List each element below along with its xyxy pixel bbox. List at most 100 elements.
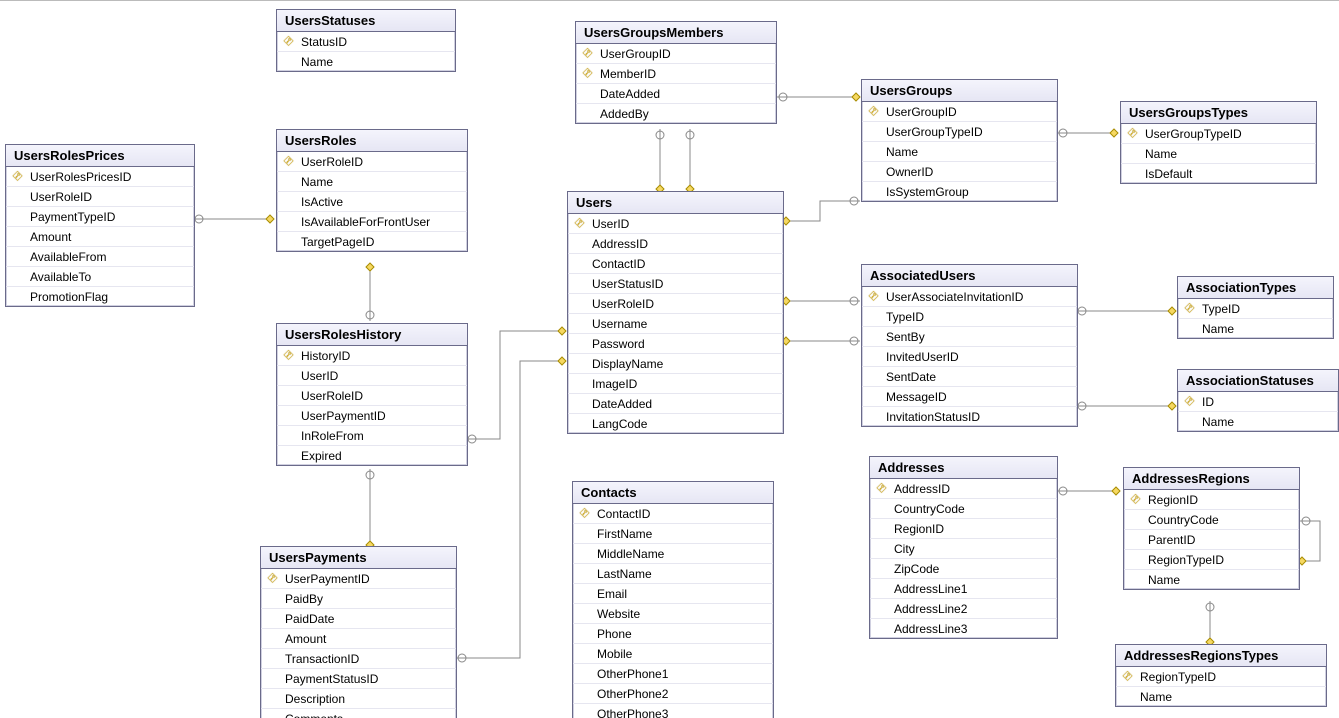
table-users-payments[interactable]: UsersPayments⚿UserPaymentIDPaidByPaidDat… (260, 546, 457, 718)
column-row[interactable]: ZipCode (870, 559, 1057, 579)
column-row[interactable]: Name (277, 172, 467, 192)
table-users-groups-types[interactable]: UsersGroupsTypes⚿UserGroupTypeIDNameIsDe… (1120, 101, 1317, 184)
table-users-roles-history[interactable]: UsersRolesHistory⚿HistoryIDUserIDUserRol… (276, 323, 468, 466)
column-row[interactable]: ⚿UserGroupID (576, 44, 776, 64)
table-users-roles[interactable]: UsersRoles⚿UserRoleIDNameIsActiveIsAvail… (276, 129, 468, 252)
table-associated-users[interactable]: AssociatedUsers⚿UserAssociateInvitationI… (861, 264, 1078, 427)
column-row[interactable]: Email (573, 584, 773, 604)
column-row[interactable]: UserGroupTypeID (862, 122, 1057, 142)
column-row[interactable]: Name (1124, 570, 1299, 589)
column-row[interactable]: ⚿TypeID (1178, 299, 1333, 319)
column-row[interactable]: ⚿UserPaymentID (261, 569, 456, 589)
column-row[interactable]: FirstName (573, 524, 773, 544)
column-row[interactable]: Name (1121, 144, 1316, 164)
column-row[interactable]: DisplayName (568, 354, 783, 374)
column-row[interactable]: AddressLine3 (870, 619, 1057, 638)
column-row[interactable]: TypeID (862, 307, 1077, 327)
column-row[interactable]: UserRoleID (277, 386, 467, 406)
column-row[interactable]: InvitationStatusID (862, 407, 1077, 426)
column-row[interactable]: LastName (573, 564, 773, 584)
column-row[interactable]: PaidBy (261, 589, 456, 609)
column-row[interactable]: Username (568, 314, 783, 334)
column-row[interactable]: Phone (573, 624, 773, 644)
table-users-roles-prices[interactable]: UsersRolesPrices⚿UserRolesPricesIDUserRo… (5, 144, 195, 307)
column-row[interactable]: ⚿RegionID (1124, 490, 1299, 510)
column-row[interactable]: ⚿HistoryID (277, 346, 467, 366)
column-row[interactable]: ⚿UserRoleID (277, 152, 467, 172)
column-row[interactable]: AddressLine2 (870, 599, 1057, 619)
column-row[interactable]: Mobile (573, 644, 773, 664)
column-row[interactable]: LangCode (568, 414, 783, 433)
column-row[interactable]: UserRoleID (6, 187, 194, 207)
column-row[interactable]: Amount (6, 227, 194, 247)
column-row[interactable]: IsAvailableForFrontUser (277, 212, 467, 232)
column-row[interactable]: ⚿UserID (568, 214, 783, 234)
table-users-groups[interactable]: UsersGroups⚿UserGroupIDUserGroupTypeIDNa… (861, 79, 1058, 202)
column-row[interactable]: RegionID (870, 519, 1057, 539)
column-row[interactable]: PaidDate (261, 609, 456, 629)
column-row[interactable]: City (870, 539, 1057, 559)
column-row[interactable]: UserPaymentID (277, 406, 467, 426)
column-row[interactable]: OwnerID (862, 162, 1057, 182)
column-row[interactable]: UserRoleID (568, 294, 783, 314)
column-row[interactable]: IsDefault (1121, 164, 1316, 183)
column-row[interactable]: ⚿UserGroupID (862, 102, 1057, 122)
column-row[interactable]: Name (1178, 412, 1338, 431)
column-row[interactable]: IsActive (277, 192, 467, 212)
column-row[interactable]: ⚿StatusID (277, 32, 455, 52)
column-row[interactable]: CountryCode (870, 499, 1057, 519)
table-association-types[interactable]: AssociationTypes⚿TypeIDName (1177, 276, 1334, 339)
column-row[interactable]: SentBy (862, 327, 1077, 347)
column-row[interactable]: PaymentStatusID (261, 669, 456, 689)
column-row[interactable]: UserID (277, 366, 467, 386)
column-row[interactable]: CountryCode (1124, 510, 1299, 530)
column-row[interactable]: ⚿ID (1178, 392, 1338, 412)
column-row[interactable]: Expired (277, 446, 467, 465)
column-row[interactable]: OtherPhone1 (573, 664, 773, 684)
table-users-groups-members[interactable]: UsersGroupsMembers⚿UserGroupID⚿MemberIDD… (575, 21, 777, 124)
column-row[interactable]: RegionTypeID (1124, 550, 1299, 570)
column-row[interactable]: ParentID (1124, 530, 1299, 550)
column-row[interactable]: ⚿UserAssociateInvitationID (862, 287, 1077, 307)
table-association-statuses[interactable]: AssociationStatuses⚿IDName (1177, 369, 1339, 432)
column-row[interactable]: MiddleName (573, 544, 773, 564)
column-row[interactable]: InRoleFrom (277, 426, 467, 446)
column-row[interactable]: PaymentTypeID (6, 207, 194, 227)
column-row[interactable]: OtherPhone2 (573, 684, 773, 704)
table-addresses-regions[interactable]: AddressesRegions⚿RegionIDCountryCodePare… (1123, 467, 1300, 590)
column-row[interactable]: TransactionID (261, 649, 456, 669)
column-row[interactable]: ⚿UserGroupTypeID (1121, 124, 1316, 144)
column-row[interactable]: IsSystemGroup (862, 182, 1057, 201)
column-row[interactable]: Website (573, 604, 773, 624)
table-users[interactable]: Users⚿UserIDAddressIDContactIDUserStatus… (567, 191, 784, 434)
column-row[interactable]: InvitedUserID (862, 347, 1077, 367)
column-row[interactable]: Name (1178, 319, 1333, 338)
column-row[interactable]: AvailableFrom (6, 247, 194, 267)
column-row[interactable]: AddressID (568, 234, 783, 254)
column-row[interactable]: OtherPhone3 (573, 704, 773, 718)
column-row[interactable]: Name (277, 52, 455, 71)
table-addresses[interactable]: Addresses⚿AddressIDCountryCodeRegionIDCi… (869, 456, 1058, 639)
diagram-canvas[interactable]: UsersStatuses⚿StatusIDName UsersRolesPri… (0, 0, 1339, 718)
column-row[interactable]: Name (862, 142, 1057, 162)
table-users-statuses[interactable]: UsersStatuses⚿StatusIDName (276, 9, 456, 72)
table-contacts[interactable]: Contacts⚿ContactIDFirstNameMiddleNameLas… (572, 481, 774, 718)
column-row[interactable]: UserStatusID (568, 274, 783, 294)
column-row[interactable]: PromotionFlag (6, 287, 194, 306)
column-row[interactable]: Password (568, 334, 783, 354)
column-row[interactable]: SentDate (862, 367, 1077, 387)
column-row[interactable]: AddressLine1 (870, 579, 1057, 599)
column-row[interactable]: Description (261, 689, 456, 709)
column-row[interactable]: ⚿RegionTypeID (1116, 667, 1326, 687)
column-row[interactable]: AvailableTo (6, 267, 194, 287)
column-row[interactable]: ⚿ContactID (573, 504, 773, 524)
column-row[interactable]: Amount (261, 629, 456, 649)
column-row[interactable]: DateAdded (576, 84, 776, 104)
column-row[interactable]: ContactID (568, 254, 783, 274)
column-row[interactable]: Name (1116, 687, 1326, 706)
column-row[interactable]: TargetPageID (277, 232, 467, 251)
column-row[interactable]: DateAdded (568, 394, 783, 414)
column-row[interactable]: ⚿UserRolesPricesID (6, 167, 194, 187)
table-addresses-regions-types[interactable]: AddressesRegionsTypes⚿RegionTypeIDName (1115, 644, 1327, 707)
column-row[interactable]: AddedBy (576, 104, 776, 123)
